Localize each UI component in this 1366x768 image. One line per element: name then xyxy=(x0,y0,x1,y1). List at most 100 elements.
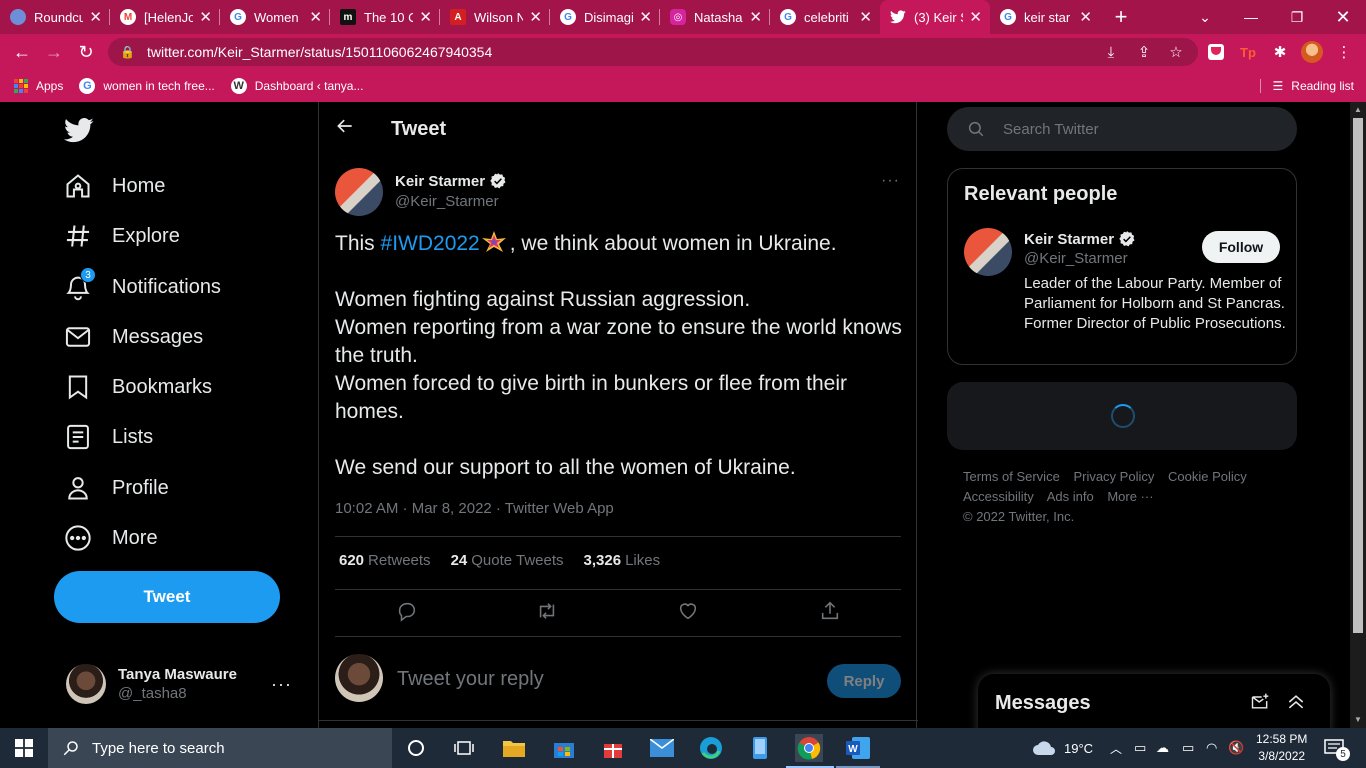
close-icon[interactable]: ✕ xyxy=(749,8,762,26)
reply-icon[interactable] xyxy=(396,600,418,622)
retweet-icon[interactable] xyxy=(536,600,558,622)
browser-tab[interactable]: A Wilson N ✕ xyxy=(440,0,550,34)
windows-start-icon[interactable] xyxy=(0,728,48,768)
chevron-up-icon[interactable]: ︿ xyxy=(1110,728,1122,768)
close-icon[interactable]: ✕ xyxy=(419,8,432,26)
nav-profile[interactable]: Profile xyxy=(64,468,169,508)
nav-notifications[interactable]: 3 Notifications xyxy=(64,267,221,307)
scroll-up-icon[interactable]: ▲ xyxy=(1350,102,1366,118)
install-app-icon[interactable]: ⤓ xyxy=(1098,39,1124,65)
address-bar[interactable]: 🔒 twitter.com/Keir_Starmer/status/1501106… xyxy=(108,38,1198,66)
share-icon[interactable] xyxy=(819,600,841,622)
share-icon[interactable]: ⇪ xyxy=(1131,39,1157,65)
nav-more[interactable]: More xyxy=(64,518,158,558)
close-icon[interactable]: ✕ xyxy=(1079,8,1092,26)
browser-tab[interactable]: Gkeir star ✕ xyxy=(990,0,1100,34)
kebab-menu-icon[interactable]: ⋮ xyxy=(1331,39,1357,65)
search-input[interactable]: Search Twitter xyxy=(947,107,1297,151)
chrome-icon[interactable] xyxy=(795,734,823,762)
nav-bookmarks[interactable]: Bookmarks xyxy=(64,367,212,407)
scrollbar-thumb[interactable] xyxy=(1353,118,1363,633)
chevron-up-icon[interactable] xyxy=(1286,692,1306,717)
weather-widget[interactable]: 19°C xyxy=(1032,728,1093,768)
taskbar-search[interactable]: Type here to search xyxy=(48,728,392,768)
phone-app-icon[interactable] xyxy=(746,734,774,762)
avatar[interactable] xyxy=(335,168,383,216)
footer-link[interactable]: Terms of Service xyxy=(963,469,1060,484)
star-icon[interactable]: ☆ xyxy=(1163,39,1189,65)
tweet-more-icon[interactable]: ··· xyxy=(881,172,900,190)
reply-input[interactable]: Tweet your reply xyxy=(397,668,544,691)
footer-link[interactable]: Ads info xyxy=(1047,489,1094,504)
bookmark-dashboard[interactable]: W Dashboard ‹ tanya... xyxy=(230,78,363,94)
store-icon[interactable] xyxy=(550,734,578,762)
author-name[interactable]: Keir Starmer xyxy=(395,173,485,190)
like-icon[interactable] xyxy=(677,600,699,622)
notifications-center-icon[interactable]: 5 xyxy=(1324,728,1358,768)
browser-tab[interactable]: G Disimagi ✕ xyxy=(550,0,660,34)
file-explorer-icon[interactable] xyxy=(500,734,528,762)
volume-muted-icon[interactable]: 🔇 xyxy=(1228,728,1244,768)
close-icon[interactable]: ✕ xyxy=(859,8,872,26)
person-handle[interactable]: @Keir_Starmer xyxy=(1024,250,1128,267)
scroll-down-icon[interactable]: ▼ xyxy=(1350,712,1366,728)
footer-link[interactable]: Cookie Policy xyxy=(1168,469,1247,484)
browser-tab-active[interactable]: (3) Keir S ✕ xyxy=(880,0,990,34)
twitter-logo-icon[interactable] xyxy=(64,118,94,148)
cortana-icon[interactable] xyxy=(402,734,430,762)
reply-button[interactable]: Reply xyxy=(827,664,901,698)
profile-avatar[interactable] xyxy=(1299,39,1325,65)
footer-link[interactable]: More ··· xyxy=(1107,489,1153,504)
edge-icon[interactable] xyxy=(697,734,725,762)
back-arrow-icon[interactable] xyxy=(335,116,355,142)
forward-icon[interactable]: → xyxy=(38,36,70,68)
mail-app-icon[interactable] xyxy=(648,734,676,762)
gift-icon[interactable] xyxy=(599,734,627,762)
page-scrollbar[interactable]: ▲ ▼ xyxy=(1350,102,1366,728)
cloud-sync-icon[interactable]: ☁ xyxy=(1156,728,1169,768)
battery-icon[interactable]: ▭ xyxy=(1182,728,1194,768)
word-icon[interactable]: W xyxy=(844,734,872,762)
browser-tab[interactable]: m The 10 C ✕ xyxy=(330,0,440,34)
avatar[interactable] xyxy=(964,228,1012,276)
close-icon[interactable]: ✕ xyxy=(639,8,652,26)
browser-tab[interactable]: M [HelenJo ✕ xyxy=(110,0,220,34)
retweets-stat[interactable]: 620 Retweets xyxy=(339,552,431,569)
browser-tab[interactable]: ◎ Natasha ✕ xyxy=(660,0,770,34)
close-icon[interactable]: ✕ xyxy=(969,8,982,26)
browser-tab[interactable]: Gcelebriti ✕ xyxy=(770,0,880,34)
person-name[interactable]: Keir Starmer xyxy=(1024,231,1114,248)
browser-tab[interactable]: Roundcu ✕ xyxy=(0,0,110,34)
wifi-icon[interactable]: ◠ xyxy=(1206,728,1217,768)
tweet-timestamp[interactable]: 10:02 AM · Mar 8, 2022 · Twitter Web App xyxy=(335,500,614,517)
system-clock[interactable]: 12:58 PM 3/8/2022 xyxy=(1256,731,1307,765)
close-icon[interactable]: ✕ xyxy=(89,8,102,26)
close-icon[interactable]: ✕ xyxy=(199,8,212,26)
minimize-button[interactable]: — xyxy=(1228,0,1274,34)
new-message-icon[interactable] xyxy=(1250,692,1270,717)
close-window-button[interactable]: ✕ xyxy=(1320,0,1366,34)
network-icon[interactable]: ▭ xyxy=(1134,728,1146,768)
close-icon[interactable]: ✕ xyxy=(529,8,542,26)
nav-explore[interactable]: Explore xyxy=(64,216,180,256)
puzzle-icon[interactable]: ✱ xyxy=(1267,39,1293,65)
task-view-icon[interactable] xyxy=(450,734,478,762)
close-icon[interactable]: ✕ xyxy=(309,8,322,26)
nav-home[interactable]: Home xyxy=(64,166,165,206)
nav-messages[interactable]: Messages xyxy=(64,317,203,357)
reading-list-button[interactable]: ☰ Reading list xyxy=(1259,79,1354,93)
quote-tweets-stat[interactable]: 24 Quote Tweets xyxy=(451,552,564,569)
bookmark-apps[interactable]: Apps xyxy=(14,79,63,93)
new-tab-button[interactable]: + xyxy=(1106,2,1136,32)
back-icon[interactable]: ← xyxy=(6,36,38,68)
follow-button[interactable]: Follow xyxy=(1202,231,1280,263)
footer-link[interactable]: Privacy Policy xyxy=(1073,469,1154,484)
pocket-icon[interactable] xyxy=(1203,39,1229,65)
reload-icon[interactable]: ↻ xyxy=(70,36,102,68)
restore-button[interactable]: ❐ xyxy=(1274,0,1320,34)
tweet-button[interactable]: Tweet xyxy=(54,571,280,623)
nav-lists[interactable]: Lists xyxy=(64,417,153,457)
account-switcher[interactable]: Tanya Maswaure @_tasha8 ··· xyxy=(54,656,302,712)
footer-link[interactable]: Accessibility xyxy=(963,489,1034,504)
hashtag-link[interactable]: #IWD2022 xyxy=(381,232,480,255)
